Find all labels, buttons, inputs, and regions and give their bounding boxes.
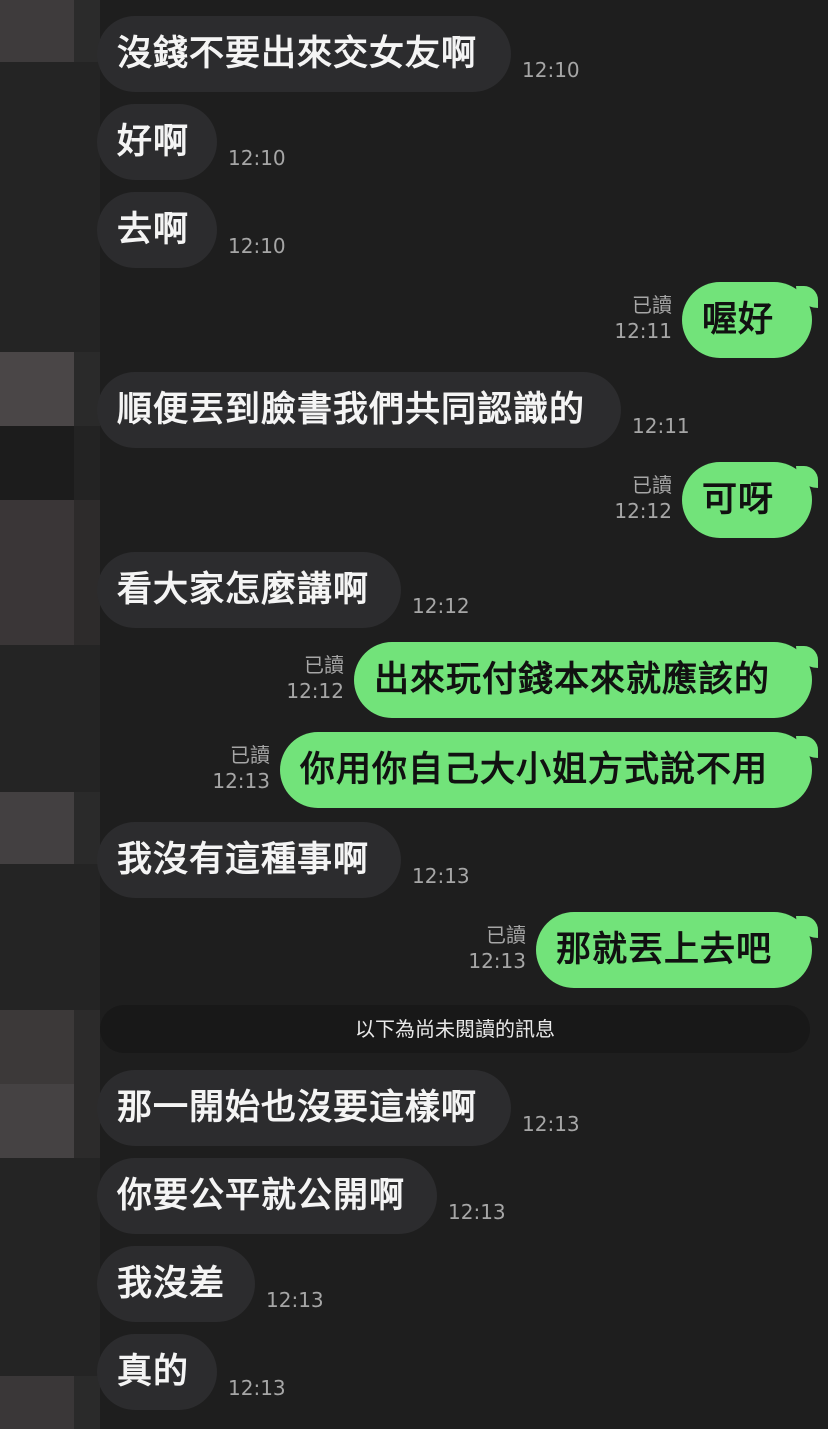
read-receipt: 已讀 [632, 293, 672, 317]
message-bubble[interactable]: 那一開始也沒要這樣啊 [97, 1070, 511, 1146]
message-bubble[interactable]: 看大家怎麼講啊 [97, 552, 401, 628]
message-timestamp: 12:12 [614, 499, 672, 523]
outgoing-message: 那就丟上去吧 已讀 12:13 [0, 912, 828, 992]
outgoing-message: 喔好 已讀 12:11 [0, 282, 828, 362]
message-bubble[interactable]: 出來玩付錢本來就應該的 [354, 642, 812, 718]
message-bubble[interactable]: 那就丟上去吧 [536, 912, 812, 988]
incoming-message: 好啊 12:10 [0, 104, 828, 184]
read-receipt: 已讀 [486, 923, 526, 947]
message-timestamp: 12:12 [286, 679, 344, 703]
outgoing-message: 出來玩付錢本來就應該的 已讀 12:12 [0, 642, 828, 722]
incoming-message: 那一開始也沒要這樣啊 12:13 [0, 1070, 828, 1150]
message-meta: 已讀 12:13 [468, 922, 526, 974]
message-bubble[interactable]: 真的 [97, 1334, 217, 1410]
incoming-message: 我沒有這種事啊 12:13 [0, 822, 828, 902]
message-timestamp: 12:10 [228, 234, 286, 258]
incoming-message: 真的 12:13 [0, 1334, 828, 1414]
message-timestamp: 12:10 [228, 146, 286, 170]
message-bubble[interactable]: 我沒差 [97, 1246, 255, 1322]
message-timestamp: 12:13 [448, 1200, 506, 1224]
chat-window[interactable]: 沒錢不要出來交女友啊 12:10 好啊 12:10 去啊 12:10 喔好 已讀 12:11 順便… [0, 0, 828, 1429]
message-bubble[interactable]: 順便丟到臉書我們共同認識的 [97, 372, 621, 448]
message-timestamp: 12:13 [212, 769, 270, 793]
incoming-message: 沒錢不要出來交女友啊 12:10 [0, 16, 828, 96]
message-timestamp: 12:11 [632, 414, 690, 438]
message-bubble[interactable]: 你用你自己大小姐方式說不用 [280, 732, 812, 808]
message-bubble[interactable]: 我沒有這種事啊 [97, 822, 401, 898]
message-timestamp: 12:13 [522, 1112, 580, 1136]
read-receipt: 已讀 [304, 653, 344, 677]
incoming-message: 我沒差 12:13 [0, 1246, 828, 1326]
message-bubble[interactable]: 好啊 [97, 104, 217, 180]
read-receipt: 已讀 [632, 473, 672, 497]
outgoing-message: 可呀 已讀 12:12 [0, 462, 828, 542]
message-timestamp: 12:10 [522, 58, 580, 82]
read-receipt: 已讀 [230, 743, 270, 767]
incoming-message: 去啊 12:10 [0, 192, 828, 272]
message-bubble[interactable]: 可呀 [682, 462, 812, 538]
message-bubble[interactable]: 你要公平就公開啊 [97, 1158, 437, 1234]
outgoing-message: 你用你自己大小姐方式說不用 已讀 12:13 [0, 732, 828, 812]
incoming-message: 順便丟到臉書我們共同認識的 12:11 [0, 372, 828, 452]
message-meta: 已讀 12:13 [212, 742, 270, 794]
message-timestamp: 12:13 [412, 864, 470, 888]
unread-divider: 以下為尚未閱讀的訊息 [100, 1005, 810, 1053]
message-timestamp: 12:13 [266, 1288, 324, 1312]
message-meta: 已讀 12:11 [614, 292, 672, 344]
message-timestamp: 12:12 [412, 594, 470, 618]
incoming-message: 你要公平就公開啊 12:13 [0, 1158, 828, 1238]
message-bubble[interactable]: 沒錢不要出來交女友啊 [97, 16, 511, 92]
message-meta: 已讀 12:12 [286, 652, 344, 704]
incoming-message: 看大家怎麼講啊 12:12 [0, 552, 828, 632]
message-timestamp: 12:11 [614, 319, 672, 343]
message-meta: 已讀 12:12 [614, 472, 672, 524]
message-timestamp: 12:13 [468, 949, 526, 973]
message-bubble[interactable]: 喔好 [682, 282, 812, 358]
message-timestamp: 12:13 [228, 1376, 286, 1400]
message-bubble[interactable]: 去啊 [97, 192, 217, 268]
